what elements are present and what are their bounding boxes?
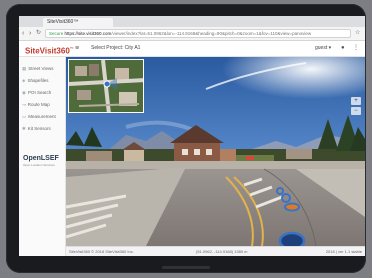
status-bar: SiteVisit360 © 2018 SiteVisit360 Inc. (5… — [66, 246, 365, 256]
partner-logo-subtitle: Open Location Services — [23, 163, 55, 167]
pano-nav-marker-orange[interactable] — [284, 202, 300, 212]
zoom-out-button[interactable]: − — [351, 107, 361, 115]
coordinates-readout: (51.0962, -114.9168) 1380 m — [196, 249, 248, 254]
forward-arrow-icon[interactable]: › — [29, 29, 31, 38]
logo-trademark: ™ — [69, 46, 74, 51]
layers-icon: ◈ — [22, 78, 26, 83]
pano-position-marker[interactable] — [278, 231, 306, 246]
user-menu[interactable]: guest ▾ — [315, 45, 331, 52]
browser-tab[interactable]: SiteVisit360™ — [43, 18, 113, 27]
aerial-minimap-image — [69, 60, 143, 112]
sidebar: ▦ Street Views ◈ Shapefiles ◉ POI Search ↝ R… — [19, 57, 66, 256]
tablet-home-indicator — [162, 266, 210, 269]
app-header: SiteVisit360™ ≡ Select Project: City A1 … — [19, 41, 365, 57]
panorama-viewer[interactable]: + − — [66, 57, 365, 246]
minimap[interactable] — [68, 59, 144, 113]
gear-icon: ✱ — [22, 126, 26, 131]
pin-icon: ◉ — [22, 90, 26, 95]
hamburger-icon[interactable]: ≡ — [75, 44, 79, 53]
sidebar-item-label: Kit Sensors — [27, 126, 51, 131]
copyright-text: SiteVisit360 © 2018 SiteVisit360 Inc. — [69, 249, 134, 254]
sitevisit-logo[interactable]: SiteVisit360™ — [25, 44, 74, 56]
sidebar-item-label: Shapefiles — [27, 78, 49, 83]
menu-dots-icon[interactable]: ⋮ — [353, 44, 359, 53]
sidebar-item-label: Measurement — [28, 114, 56, 119]
grid-icon: ▦ — [22, 66, 27, 71]
project-selector[interactable]: Select Project: City A1 — [91, 45, 140, 52]
url-field[interactable]: Secure https://site.visit360.com/viewer/… — [45, 29, 351, 38]
tablet-frame: SiteVisit360™ ‹ › ↻ Secure https://site.… — [6, 4, 366, 273]
person-icon[interactable]: ● — [341, 44, 345, 53]
sidebar-item-street-views[interactable]: ▦ Street Views — [22, 65, 64, 73]
screen: SiteVisit360™ ‹ › ↻ Secure https://site.… — [19, 16, 365, 256]
sidebar-item-poi-search[interactable]: ◉ POI Search — [22, 89, 64, 97]
version-text: 2018 | ver 1.1 stable — [325, 249, 362, 254]
reload-icon[interactable]: ↻ — [36, 29, 41, 38]
sidebar-item-label: Route Map — [27, 102, 50, 107]
browser-tab-bar: SiteVisit360™ — [19, 16, 365, 32]
sidebar-item-label: POI Search — [27, 90, 52, 95]
bookmark-star-icon[interactable]: ☆ — [355, 29, 360, 38]
back-arrow-icon[interactable]: ‹ — [22, 29, 24, 38]
partner-logo-text: OpenLSEF — [23, 155, 59, 162]
sidebar-item-shapefiles[interactable]: ◈ Shapefiles — [22, 77, 64, 85]
zoom-in-button[interactable]: + — [351, 97, 361, 105]
url-path: /viewer/index?lat=51.0962&lon=-114.9168&… — [111, 31, 312, 36]
ruler-icon: ▭ — [22, 114, 27, 119]
sidebar-item-kit-sensors[interactable]: ✱ Kit Sensors — [22, 125, 64, 133]
viewer-controls: + − — [351, 97, 361, 117]
sidebar-item-route-map[interactable]: ↝ Route Map — [22, 101, 64, 109]
sidebar-item-label: Street Views — [28, 66, 54, 71]
route-icon: ↝ — [22, 102, 26, 107]
secure-label: Secure — [49, 31, 64, 36]
openlsef-logo: OpenLSEF Open Location Services — [23, 155, 59, 167]
sidebar-item-measurement[interactable]: ▭ Measurement — [22, 113, 64, 121]
url-host: https://site.visit360.com — [64, 31, 112, 36]
address-bar: ‹ › ↻ Secure https://site.visit360.com/v… — [19, 27, 365, 41]
logo-text: SiteVisit360 — [25, 46, 70, 56]
